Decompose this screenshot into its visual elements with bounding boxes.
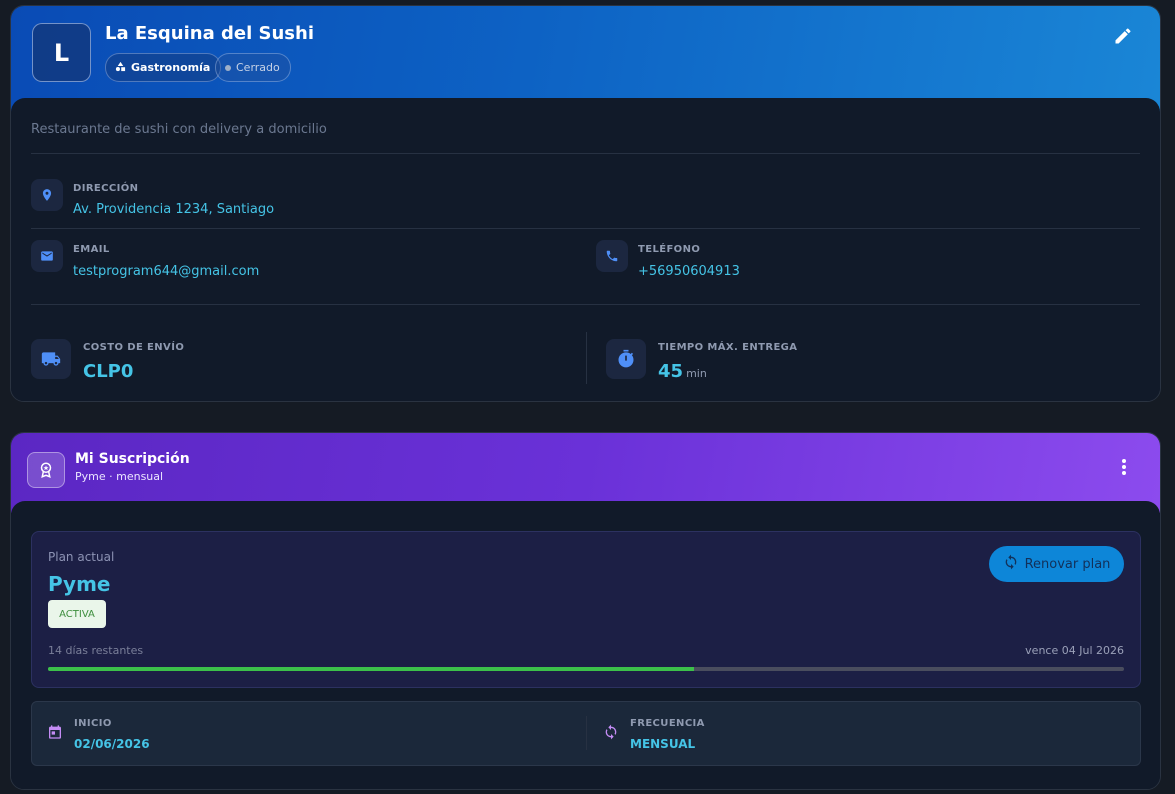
business-card: L La Esquina del Sushi Gastronomía Cerra…: [10, 5, 1161, 402]
plan-name: Pyme: [48, 572, 111, 596]
delivery-time-value: 45 min: [658, 361, 707, 382]
start-label: INICIO: [74, 718, 112, 729]
phone-icon: [596, 240, 628, 272]
renew-plan-button[interactable]: Renovar plan: [989, 546, 1124, 582]
expiration-date: vence 04 Jul 2026: [1025, 644, 1124, 657]
more-options-button[interactable]: [1114, 457, 1134, 481]
shipping-cost-value: CLP0: [83, 361, 134, 382]
address-label: DIRECCIÓN: [73, 183, 139, 194]
sync-icon: [602, 723, 620, 741]
category-chip: Gastronomía: [105, 53, 222, 82]
shapes-icon: [115, 61, 126, 75]
delivery-time-label: TIEMPO MÁX. ENTREGA: [658, 342, 798, 353]
category-label: Gastronomía: [131, 61, 211, 74]
subscription-details: Plan actual Pyme ACTIVA Renovar plan 14 …: [11, 501, 1160, 789]
status-chip: Cerrado: [215, 53, 291, 82]
status-dot-icon: [225, 64, 231, 71]
frequency-label: FRECUENCIA: [630, 718, 705, 729]
truck-icon: [31, 339, 71, 379]
divider: [31, 228, 1140, 229]
delivery-time-unit: min: [686, 367, 707, 380]
award-badge-icon: [27, 452, 65, 488]
frequency-value: MENSUAL: [630, 737, 696, 751]
phone-value[interactable]: +56950604913: [638, 264, 740, 279]
more-vertical-icon: [1121, 458, 1127, 480]
calendar-icon: [46, 723, 64, 741]
business-details: Restaurante de sushi con delivery a domi…: [11, 98, 1160, 401]
business-avatar: L: [32, 23, 91, 82]
business-name: La Esquina del Sushi: [105, 23, 314, 44]
timer-icon: [606, 339, 646, 379]
divider: [586, 332, 587, 384]
divider: [586, 716, 587, 750]
email-value[interactable]: testprogram644@gmail.com: [73, 264, 259, 279]
subscription-title: Mi Suscripción: [75, 451, 190, 467]
current-plan-panel: Plan actual Pyme ACTIVA Renovar plan 14 …: [31, 531, 1141, 688]
subscription-card: Mi Suscripción Pyme · mensual Plan actua…: [10, 432, 1161, 790]
status-label: Cerrado: [236, 61, 280, 74]
shipping-cost-label: COSTO DE ENVÍO: [83, 342, 185, 353]
progress-fill: [48, 667, 694, 671]
progress-track: [48, 667, 1124, 671]
address-value: Av. Providencia 1234, Santiago: [73, 202, 275, 217]
divider: [31, 304, 1140, 305]
start-value: 02/06/2026: [74, 737, 150, 751]
days-remaining: 14 días restantes: [48, 644, 144, 657]
email-label: EMAIL: [73, 244, 110, 255]
status-badge: ACTIVA: [48, 600, 106, 628]
pencil-icon: [1113, 26, 1133, 50]
location-pin-icon: [31, 179, 63, 211]
business-description: Restaurante de sushi con delivery a domi…: [31, 122, 327, 137]
refresh-icon: [1003, 554, 1019, 574]
plan-label: Plan actual: [48, 550, 115, 564]
edit-business-button[interactable]: [1110, 25, 1136, 51]
phone-label: TELÉFONO: [638, 244, 701, 255]
renew-plan-label: Renovar plan: [1024, 556, 1111, 572]
divider: [31, 153, 1140, 154]
subscription-dates-panel: INICIO 02/06/2026 FRECUENCIA MENSUAL: [31, 701, 1141, 766]
envelope-icon: [31, 240, 63, 272]
delivery-time-number: 45: [658, 361, 684, 382]
subscription-subtitle: Pyme · mensual: [75, 470, 164, 483]
